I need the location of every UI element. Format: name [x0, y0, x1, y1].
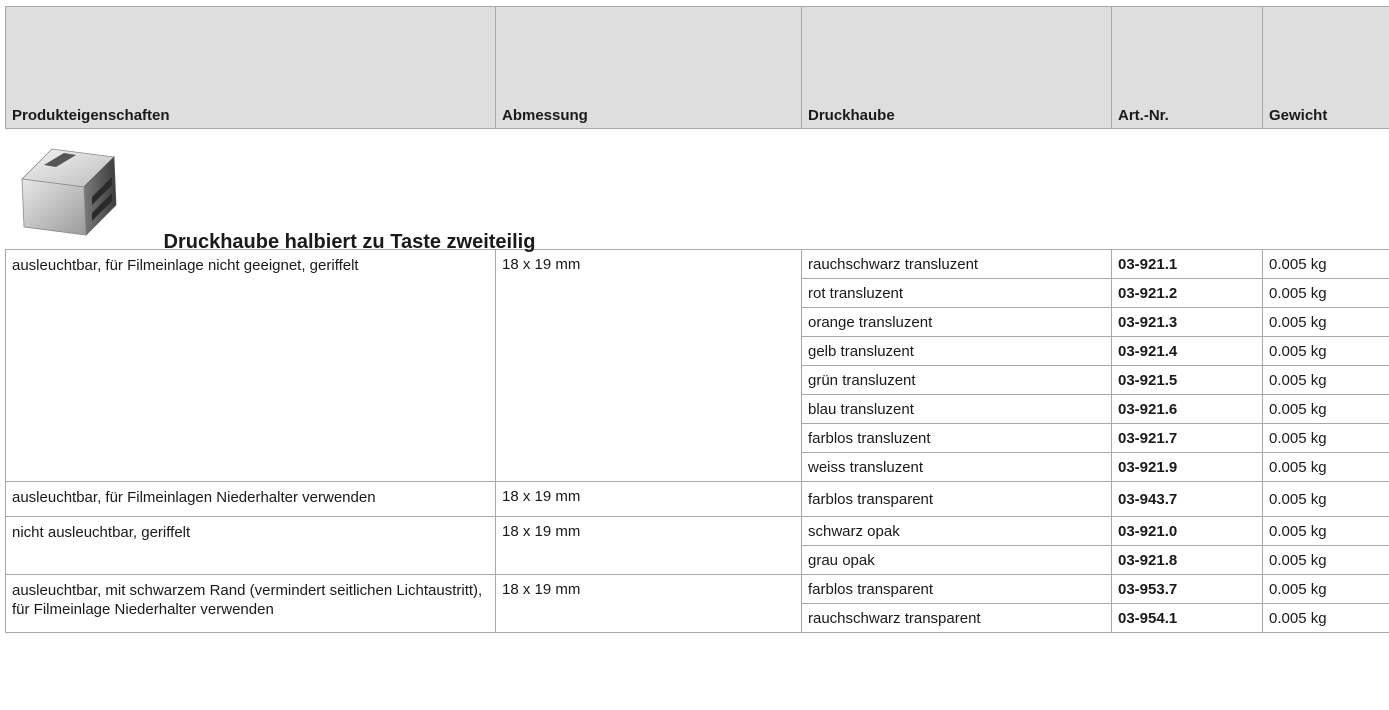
cell-weight: 0.005 kg: [1262, 336, 1389, 366]
cell-artnr: 03-921.3: [1111, 307, 1263, 337]
column-header-dimension: Abmessung: [495, 6, 802, 129]
cell-dimension: 18 x 19 mm: [495, 481, 802, 517]
cell-artnr: 03-953.7: [1111, 574, 1263, 604]
cell-cap: grau opak: [801, 545, 1112, 575]
cell-cap: gelb transluzent: [801, 336, 1112, 366]
cell-artnr: 03-921.9: [1111, 452, 1263, 482]
cell-weight: 0.005 kg: [1262, 516, 1389, 546]
cell-dimension: 18 x 19 mm: [495, 574, 802, 633]
cell-weight: 0.005 kg: [1262, 249, 1389, 279]
cell-artnr: 03-921.8: [1111, 545, 1263, 575]
column-header-artnr: Art.-Nr.: [1111, 6, 1263, 129]
cell-weight: 0.005 kg: [1262, 603, 1389, 633]
cell-cap: rauchschwarz transluzent: [801, 249, 1112, 279]
cell-artnr: 03-943.7: [1111, 481, 1263, 517]
column-header-cap: Druckhaube: [801, 6, 1112, 129]
header-row: Produkteigenschaften Abmessung Druckhaub…: [5, 6, 1389, 129]
cell-weight: 0.005 kg: [1262, 574, 1389, 604]
product-table-container: Produkteigenschaften Abmessung Druckhaub…: [5, 6, 1389, 710]
cell-weight: 0.005 kg: [1262, 307, 1389, 337]
cell-properties: nicht ausleuchtbar, geriffelt: [5, 516, 496, 575]
cell-weight: 0.005 kg: [1262, 452, 1389, 482]
cell-cap: schwarz opak: [801, 516, 1112, 546]
cell-artnr: 03-921.5: [1111, 365, 1263, 395]
cell-cap: grün transluzent: [801, 365, 1112, 395]
table-row: ausleuchtbar, mit schwarzem Rand (vermin…: [5, 574, 1389, 633]
cell-artnr: 03-954.1: [1111, 603, 1263, 633]
cell-properties: ausleuchtbar, für Filmeinlage nicht geei…: [5, 249, 496, 482]
cell-dimension: 18 x 19 mm: [495, 249, 802, 482]
cell-artnr: 03-921.6: [1111, 394, 1263, 424]
cell-cap: weiss transluzent: [801, 452, 1112, 482]
cell-weight: 0.005 kg: [1262, 394, 1389, 424]
cell-weight: 0.005 kg: [1262, 481, 1389, 517]
cell-artnr: 03-921.0: [1111, 516, 1263, 546]
column-header-weight: Gewicht: [1262, 6, 1389, 129]
cell-weight: 0.005 kg: [1262, 365, 1389, 395]
keycap-product-image: [20, 148, 116, 236]
section-row: Druckhaube halbiert zu Taste zweiteilig: [5, 128, 1389, 253]
cell-artnr: 03-921.7: [1111, 423, 1263, 453]
table-row: nicht ausleuchtbar, geriffelt 18 x 19 mm s…: [5, 516, 1389, 575]
cell-cap: farblos transparent: [801, 481, 1112, 517]
section-title: Druckhaube halbiert zu Taste zweiteilig: [163, 231, 536, 253]
cell-weight: 0.005 kg: [1262, 545, 1389, 575]
section-header: Druckhaube halbiert zu Taste zweiteilig: [6, 129, 1389, 253]
table-row: ausleuchtbar, für Filmeinlagen Niederhal…: [5, 481, 1389, 517]
cell-properties: ausleuchtbar, mit schwarzem Rand (vermin…: [5, 574, 496, 633]
cell-properties: ausleuchtbar, für Filmeinlagen Niederhal…: [5, 481, 496, 517]
cell-cap: farblos transluzent: [801, 423, 1112, 453]
product-table: Produkteigenschaften Abmessung Druckhaub…: [5, 6, 1389, 633]
cell-artnr: 03-921.4: [1111, 336, 1263, 366]
column-header-properties: Produkteigenschaften: [5, 6, 496, 129]
cell-cap: orange transluzent: [801, 307, 1112, 337]
cell-artnr: 03-921.1: [1111, 249, 1263, 279]
cell-cap: farblos transparent: [801, 574, 1112, 604]
cell-weight: 0.005 kg: [1262, 423, 1389, 453]
cell-weight: 0.005 kg: [1262, 278, 1389, 308]
cell-cap: rauchschwarz transparent: [801, 603, 1112, 633]
cell-dimension: 18 x 19 mm: [495, 516, 802, 575]
cell-cap: rot transluzent: [801, 278, 1112, 308]
cell-artnr: 03-921.2: [1111, 278, 1263, 308]
cell-cap: blau transluzent: [801, 394, 1112, 424]
